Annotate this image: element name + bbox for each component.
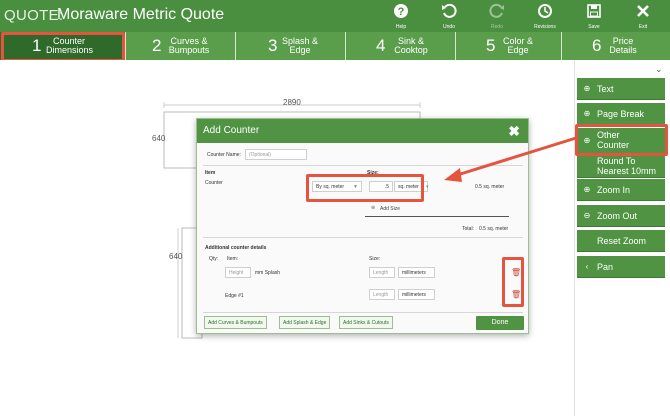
side-btn-page-break[interactable]: ⊕ Page Break [577,103,665,125]
zoom-in-icon: ⊕ [583,185,591,194]
revisions-label: Revisions [534,24,556,30]
side-btn-pan[interactable]: ‹ Pan [577,256,665,278]
revisions-icon [538,4,552,18]
redo-icon [489,3,504,18]
side-btn-reset-zoom[interactable]: Reset Zoom [577,230,665,252]
side-btn-zoom-out[interactable]: ⊖ Zoom Out [577,205,665,227]
zoom-out-icon: ⊖ [583,211,591,220]
size-highlight-box [306,174,424,202]
undo-label: Undo [443,24,455,30]
additional-details-header: Additional counter details [205,245,267,251]
divider [203,237,523,238]
divider [365,216,509,217]
side-btn-label: Round To Nearest 10mm [597,156,657,176]
edge-item-label: Edge #1 [225,293,244,299]
redo-button[interactable]: Redo [473,0,521,32]
other-counter-highlight-box [575,124,668,156]
tab-color-edge[interactable]: 5 Color & Edge [456,32,562,60]
side-btn-zoom-in[interactable]: ⊕ Zoom In [577,179,665,201]
close-icon [637,5,649,17]
tab-label: Color & Edge [502,36,533,55]
item-header: Item [205,170,216,176]
tab-price-details[interactable]: 6 Price Details [562,32,670,60]
tab-number: 2 [152,36,162,55]
tab-label: Sink & Cooktop [394,36,428,55]
annotation-arrow [444,136,577,182]
save-label: Save [588,24,600,30]
side-btn-label: Pan [597,262,614,272]
size-label: Size: [369,256,381,262]
splash-item-label: mm Splash [255,270,281,276]
side-btn-label: Zoom Out [597,211,638,221]
select-value: millimeters [402,292,426,298]
add-size-link[interactable]: Add Size [380,206,400,212]
counter-name-label: Counter Name: [207,152,241,158]
done-button[interactable]: Done [476,316,524,330]
qty-label: Qty: [209,256,219,262]
exit-button[interactable]: Exit [619,0,667,32]
dimension-label-depth-2: 640 [169,252,183,261]
splash-length-input[interactable]: Length [369,267,395,278]
quote-prefix: QUOTE: [4,7,64,24]
side-btn-label: Reset Zoom [597,236,647,246]
tab-label: Splash & Edge [281,36,319,55]
tab-number: 3 [268,36,278,55]
chevron-down-icon: ▾ [426,184,429,190]
side-btn-label: Zoom In [597,185,631,195]
total-label: Total: [462,226,474,232]
splash-height-input[interactable]: Height [225,267,251,278]
tab-number: 4 [376,36,386,55]
page-title: Moraware Metric Quote [57,6,225,23]
tab-number: 6 [592,36,602,55]
tab-splash-edge[interactable]: 3 Splash & Edge [236,32,346,60]
add-splash-edge-button[interactable]: Add Splash & Edge [279,316,331,329]
save-button[interactable]: Save [570,0,618,32]
divider [203,312,523,313]
plus-circle-icon: ⊕ [371,205,376,211]
plus-circle-icon: ⊕ [583,109,591,118]
tab-label: Curves & Bumpouts [168,36,210,55]
side-btn-label: Page Break [597,109,645,119]
dimension-label-width: 2890 [283,98,301,107]
delete-highlight-box [502,257,524,307]
svg-text:?: ? [398,6,405,18]
app-window: QUOTE: Moraware Metric Quote ? Help Undo… [0,0,670,416]
undo-button[interactable]: Undo [425,0,473,32]
side-btn-round-nearest[interactable]: Round To Nearest 10mm [577,156,665,178]
counter-name-input[interactable]: (Optional) [245,149,307,160]
redo-label: Redo [491,24,503,30]
help-label: Help [395,24,407,30]
side-btn-label: Text [597,84,614,94]
chevron-left-icon: ‹ [585,262,589,271]
side-btn-text[interactable]: ⊕ Text [577,78,665,100]
dimension-label-depth: 640 [152,134,166,143]
exit-label: Exit [638,24,648,30]
dialog-title: Add Counter [203,125,260,136]
tab-highlight-box [1,32,125,62]
top-bar: QUOTE: Moraware Metric Quote ? Help Undo… [0,0,670,32]
item-name: Counter [205,180,223,186]
add-sinks-cutouts-button[interactable]: Add Sinks & Cutouts [339,316,393,329]
save-icon [587,4,601,18]
select-value: millimeters [402,270,426,276]
tab-curves-bumpouts[interactable]: 2 Curves & Bumpouts [126,32,236,60]
edge-length-input[interactable]: Length [369,289,395,300]
help-icon: ? [394,4,408,18]
item-label: Item: [227,256,239,262]
total-value: 0.5 sq. meter [479,226,509,232]
revisions-button[interactable]: Revisions [521,0,569,32]
chevron-down-icon[interactable]: ⌄ [655,64,663,75]
add-curves-bumpouts-button[interactable]: Add Curves & Bumpouts [204,316,267,329]
tab-number: 5 [486,36,496,55]
splash-unit-select[interactable]: millimeters [398,267,435,278]
tab-sink-cooktop[interactable]: 4 Sink & Cooktop [346,32,456,60]
tab-label: Price Details [609,36,637,55]
edge-unit-select[interactable]: millimeters [398,289,435,300]
undo-icon [442,3,457,18]
help-button[interactable]: ? Help [377,0,425,32]
plus-circle-icon: ⊕ [583,84,591,93]
